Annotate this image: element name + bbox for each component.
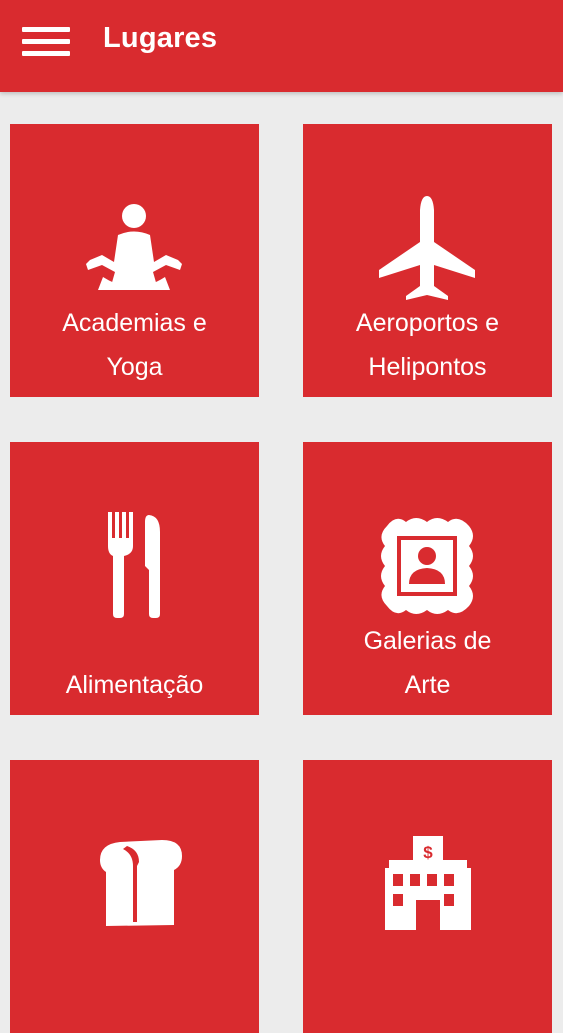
tile-galerias-arte[interactable]: Galerias de Arte xyxy=(303,442,552,715)
tile-label: Galerias de Arte xyxy=(363,627,492,699)
page-title: Lugares xyxy=(103,22,218,54)
hamburger-menu-icon[interactable] xyxy=(22,27,70,57)
tile-bancos[interactable]: $ xyxy=(303,760,552,1033)
bread-loaf-icon xyxy=(100,840,182,926)
app-bar: Lugares xyxy=(0,0,563,92)
bank-building-icon: $ xyxy=(385,836,471,930)
tile-label: Academias e Yoga xyxy=(62,309,207,381)
svg-text:$: $ xyxy=(423,843,433,862)
tile-label: Aeroportos e Helipontos xyxy=(355,309,500,381)
tile-padarias[interactable] xyxy=(10,760,259,1033)
tile-alimentacao[interactable]: Alimentação xyxy=(10,442,259,715)
tile-aeroportos-helipontos[interactable]: Aeroportos e Helipontos xyxy=(303,124,552,397)
tile-academias-yoga[interactable]: Academias e Yoga xyxy=(10,124,259,397)
tile-label: Alimentação xyxy=(65,671,204,699)
